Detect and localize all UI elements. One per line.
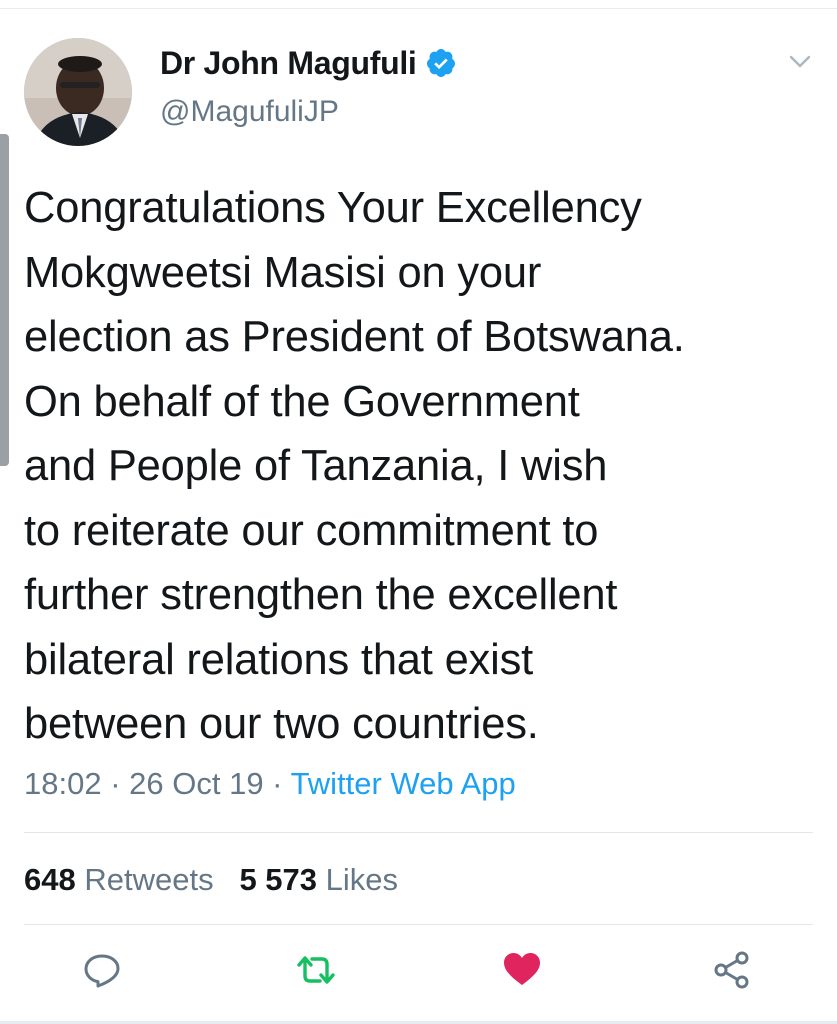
- retweets-label: Retweets: [84, 862, 214, 897]
- tweet-date[interactable]: 26 Oct 19: [129, 766, 263, 801]
- tweet-source-link[interactable]: Twitter Web App: [291, 766, 516, 801]
- tweet-text-line: and People of Tanzania, I wish: [24, 442, 608, 490]
- tweet-text-line: to reiterate our commitment to: [24, 506, 599, 555]
- divider: [24, 924, 813, 925]
- chevron-down-icon[interactable]: [788, 52, 812, 72]
- tweet-text-line: On behalf of the Government: [24, 377, 580, 426]
- tweet-text: Congratulations Your Excellency Mokgweet…: [24, 176, 829, 757]
- tweet-text-line: Mokgweetsi Masisi on your: [24, 248, 542, 297]
- reply-icon[interactable]: [82, 950, 122, 990]
- likes-count: 5 573: [239, 862, 318, 897]
- likes-stat[interactable]: 5 573 Likes: [239, 862, 398, 897]
- avatar[interactable]: [24, 38, 132, 146]
- tweet-text-line: further strengthen the excellent: [24, 571, 618, 619]
- author-handle[interactable]: @MagufuliJP: [160, 95, 339, 129]
- tweet-time[interactable]: 18:02: [24, 766, 102, 801]
- tweet-text-line: election as President of Botswana.: [24, 313, 685, 361]
- tweet-text-line: between our two countries.: [24, 700, 539, 748]
- heart-icon[interactable]: [502, 950, 542, 990]
- tweet-text-line: bilateral relations that exist: [24, 635, 534, 684]
- author-name[interactable]: Dr John Magufuli: [160, 45, 417, 82]
- tweet-text-line: Congratulations Your Excellency: [24, 184, 642, 232]
- divider: [24, 832, 813, 833]
- tweet-meta: 18:02 · 26 Oct 19 · Twitter Web App: [24, 766, 516, 802]
- verified-badge-icon: [426, 49, 455, 77]
- retweets-stat[interactable]: 648 Retweets: [24, 862, 214, 897]
- scrollbar-thumb[interactable]: [0, 134, 9, 466]
- engagement-stats: 648 Retweets 5 573 Likes: [24, 862, 398, 898]
- likes-label: Likes: [325, 862, 399, 897]
- share-icon[interactable]: [712, 950, 752, 990]
- meta-separator: ·: [101, 766, 130, 801]
- top-divider: [0, 8, 837, 9]
- author-name-row[interactable]: Dr John Magufuli: [160, 44, 457, 82]
- meta-separator: ·: [263, 766, 291, 801]
- retweet-icon[interactable]: [296, 950, 336, 990]
- retweets-count: 648: [24, 862, 76, 897]
